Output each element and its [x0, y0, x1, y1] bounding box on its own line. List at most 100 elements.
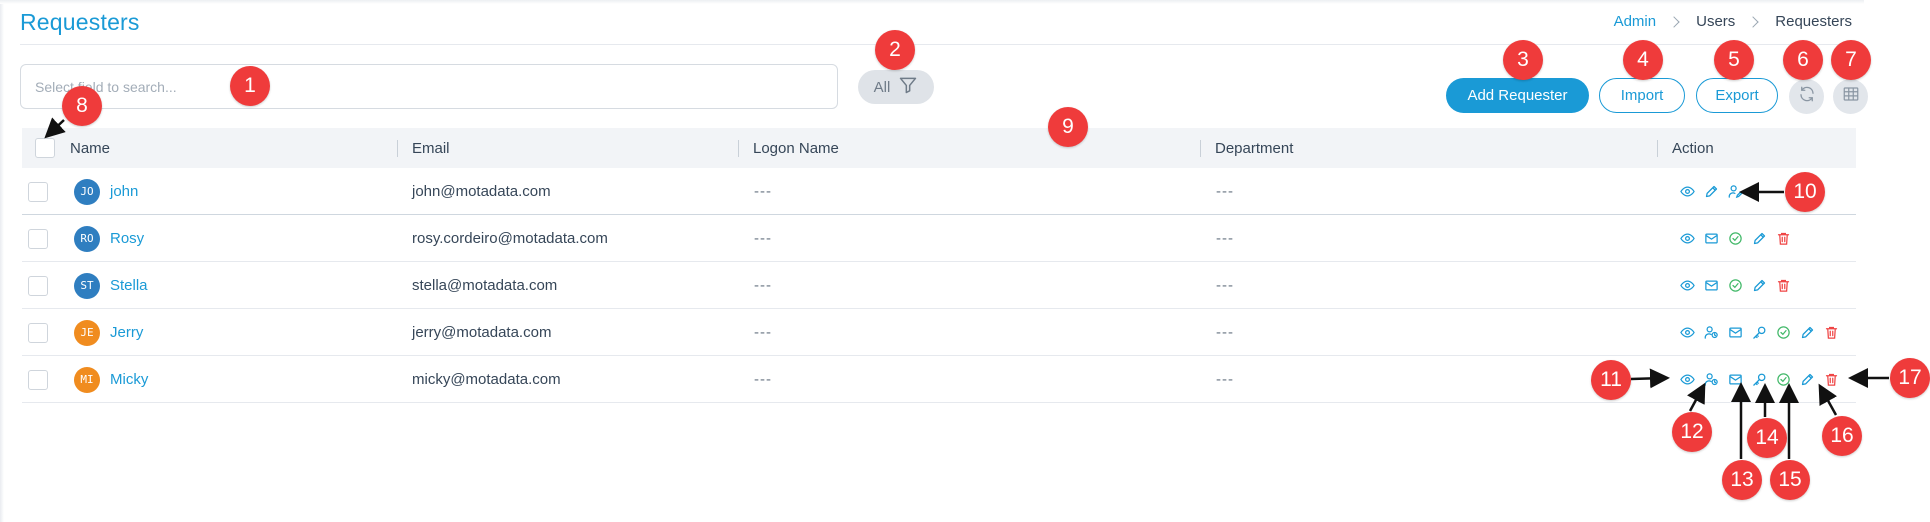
row-checkbox[interactable]	[28, 181, 48, 202]
row-select-cell	[28, 215, 48, 262]
annotation-badge-11: 11	[1591, 360, 1631, 400]
breadcrumb-users[interactable]: Users	[1696, 13, 1735, 30]
page-title: Requesters	[20, 9, 140, 35]
table-body: JO john john@motadata.com --- --- RO Rosy rosy.…	[22, 168, 1856, 403]
check-icon[interactable]	[1728, 231, 1743, 246]
department-cell: ---	[1216, 277, 1234, 294]
view-icon[interactable]	[1680, 278, 1695, 293]
table-row: MI Micky micky@motadata.com --- ---	[22, 356, 1856, 403]
column-header-email[interactable]: Email	[412, 128, 450, 168]
row-checkbox[interactable]	[28, 228, 48, 249]
column-divider	[1200, 140, 1201, 157]
breadcrumb-admin[interactable]: Admin	[1614, 13, 1657, 30]
email-cell: stella@motadata.com	[412, 277, 558, 294]
department-cell: ---	[1216, 183, 1234, 200]
view-icon[interactable]	[1680, 184, 1695, 199]
annotation-badge-10: 10	[1785, 172, 1825, 212]
view-icon[interactable]	[1680, 372, 1695, 387]
column-divider	[397, 140, 398, 157]
chevron-right-icon	[1747, 15, 1759, 28]
column-divider	[1657, 140, 1658, 157]
search-input[interactable]	[21, 65, 837, 108]
row-select-cell	[28, 168, 48, 215]
requester-name-link[interactable]: Stella	[110, 277, 148, 294]
table-row: JE Jerry jerry@motadata.com --- ---	[22, 309, 1856, 356]
requester-name-link[interactable]: john	[110, 183, 138, 200]
avatar: ST	[74, 272, 100, 299]
user-group-icon[interactable]	[1704, 325, 1719, 340]
row-checkbox[interactable]	[28, 275, 48, 296]
action-cell	[1680, 262, 1791, 309]
export-button[interactable]: Export	[1696, 78, 1778, 113]
column-header-name[interactable]: Name	[70, 128, 110, 168]
column-settings-button[interactable]	[1833, 79, 1868, 114]
table-row: JO john john@motadata.com --- ---	[22, 168, 1856, 215]
name-cell: JE Jerry	[74, 309, 143, 356]
refresh-button[interactable]	[1789, 79, 1824, 114]
filter-button[interactable]: All	[858, 70, 934, 104]
view-icon[interactable]	[1680, 231, 1695, 246]
annotation-badge-2: 2	[875, 30, 915, 70]
row-checkbox[interactable]	[28, 369, 48, 390]
email-icon[interactable]	[1704, 231, 1719, 246]
convert-user-icon[interactable]	[1728, 184, 1743, 199]
column-header-logon-name[interactable]: Logon Name	[753, 128, 839, 168]
delete-icon[interactable]	[1824, 325, 1839, 340]
filter-label: All	[873, 78, 891, 96]
avatar: JO	[74, 178, 100, 205]
email-cell: jerry@motadata.com	[412, 324, 552, 341]
row-select-cell	[28, 309, 48, 356]
logon-name-cell: ---	[754, 277, 772, 294]
delete-icon[interactable]	[1776, 231, 1791, 246]
requesters-table: Name Email Logon Name Department Action …	[22, 128, 1856, 403]
email-cell: john@motadata.com	[412, 183, 551, 200]
action-cell	[1680, 309, 1839, 356]
breadcrumb-requesters: Requesters	[1775, 13, 1852, 30]
view-icon[interactable]	[1680, 325, 1695, 340]
chevron-right-icon	[1668, 15, 1680, 28]
requester-name-link[interactable]: Jerry	[110, 324, 143, 341]
annotation-badge-9: 9	[1048, 107, 1088, 147]
name-cell: MI Micky	[74, 356, 148, 403]
annotation-badge-7: 7	[1831, 40, 1871, 80]
top-shadow	[0, 0, 1864, 4]
breadcrumb: Admin Users Requesters	[1614, 13, 1852, 30]
requester-name-link[interactable]: Rosy	[110, 230, 144, 247]
edit-icon[interactable]	[1752, 278, 1767, 293]
key-icon[interactable]	[1752, 325, 1767, 340]
edit-icon[interactable]	[1800, 372, 1815, 387]
annotation-badge-4: 4	[1623, 40, 1663, 80]
department-cell: ---	[1216, 230, 1234, 247]
action-cell	[1680, 215, 1791, 262]
select-all-checkbox[interactable]	[35, 138, 55, 158]
edit-icon[interactable]	[1800, 325, 1815, 340]
check-icon[interactable]	[1728, 278, 1743, 293]
user-group-icon[interactable]	[1704, 372, 1719, 387]
name-cell: JO john	[74, 168, 138, 215]
refresh-icon	[1798, 85, 1816, 108]
row-checkbox[interactable]	[28, 322, 48, 343]
email-cell: rosy.cordeiro@motadata.com	[412, 230, 608, 247]
logon-name-cell: ---	[754, 230, 772, 247]
import-button[interactable]: Import	[1599, 78, 1685, 113]
left-shadow	[0, 0, 4, 522]
email-cell: micky@motadata.com	[412, 371, 561, 388]
column-header-action: Action	[1672, 139, 1714, 157]
email-icon[interactable]	[1704, 278, 1719, 293]
column-header-department[interactable]: Department	[1215, 128, 1293, 168]
key-icon[interactable]	[1752, 372, 1767, 387]
add-requester-button[interactable]: Add Requester	[1446, 78, 1589, 113]
email-icon[interactable]	[1728, 372, 1743, 387]
action-cell	[1680, 168, 1743, 215]
logon-name-cell: ---	[754, 183, 772, 200]
email-icon[interactable]	[1728, 325, 1743, 340]
name-cell: ST Stella	[74, 262, 148, 309]
check-icon[interactable]	[1776, 325, 1791, 340]
delete-icon[interactable]	[1776, 278, 1791, 293]
delete-icon[interactable]	[1824, 372, 1839, 387]
check-icon[interactable]	[1776, 372, 1791, 387]
requester-name-link[interactable]: Micky	[110, 371, 148, 388]
annotation-badge-5: 5	[1714, 40, 1754, 80]
edit-icon[interactable]	[1704, 184, 1719, 199]
edit-icon[interactable]	[1752, 231, 1767, 246]
